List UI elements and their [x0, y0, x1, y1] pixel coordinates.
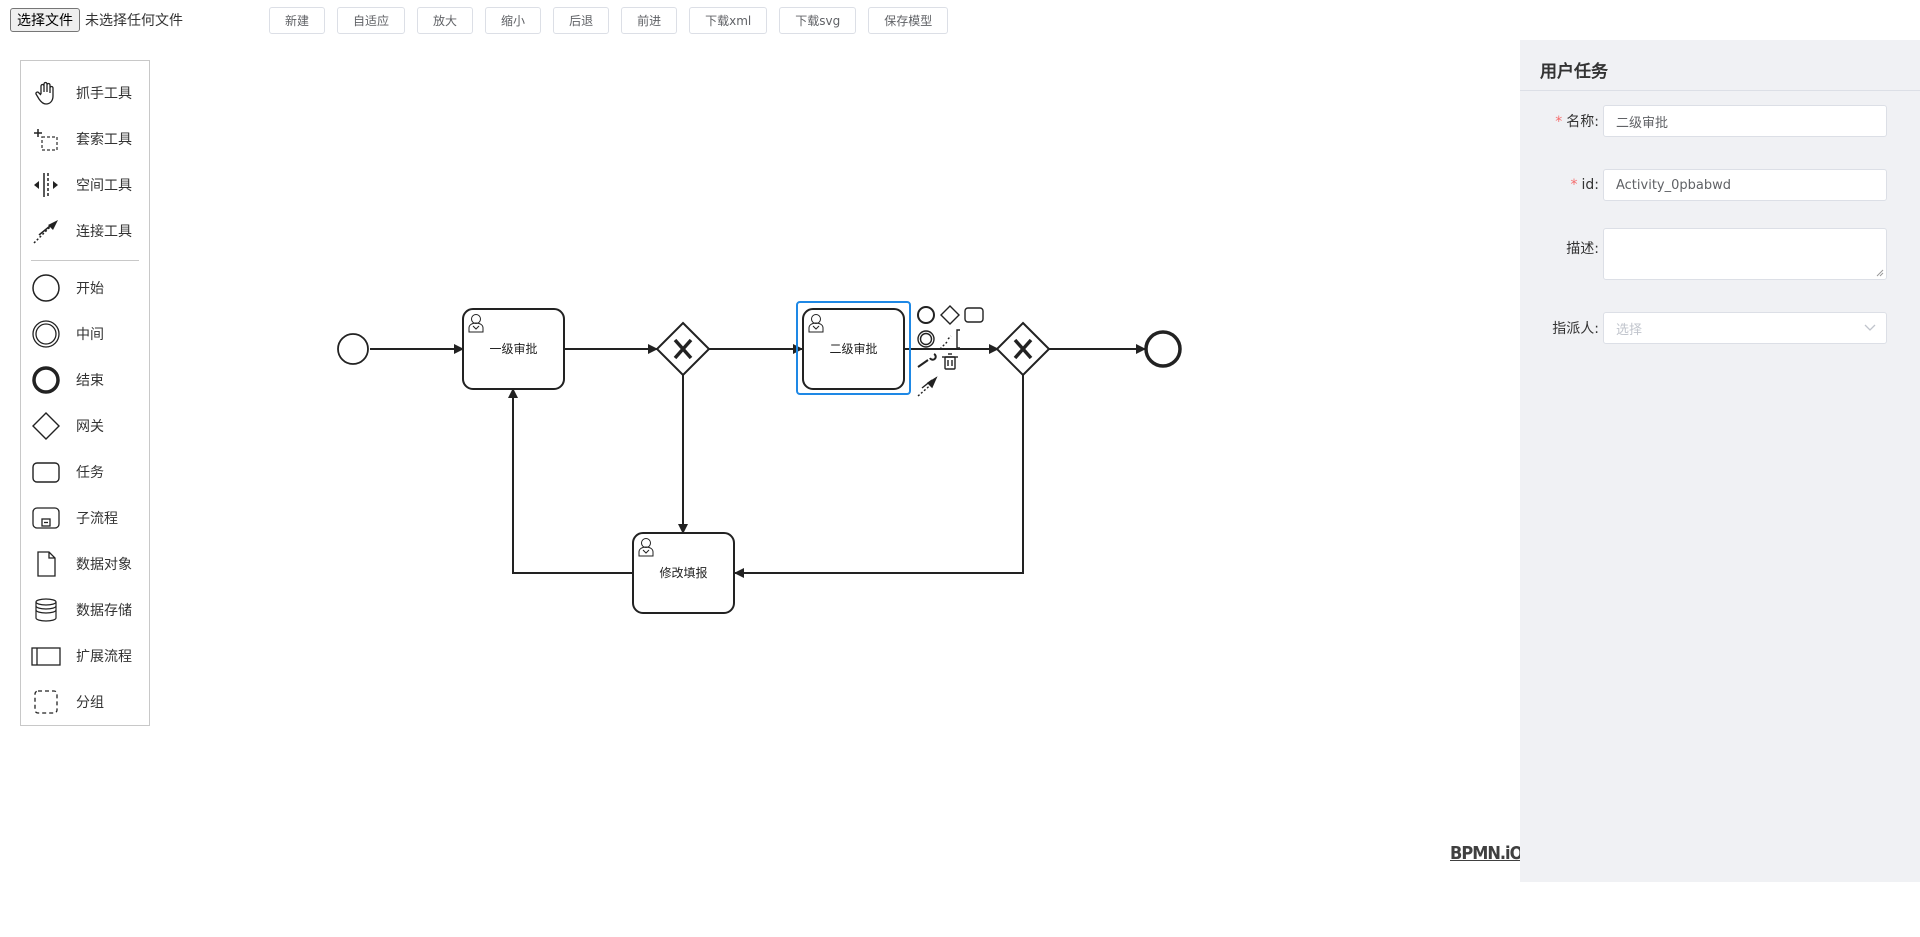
wrench-icon[interactable]: [917, 353, 937, 368]
append-gateway-icon[interactable]: [940, 305, 960, 325]
id-input[interactable]: Activity_0pbabwd: [1603, 169, 1887, 201]
task-first-approval-label: 一级审批: [489, 342, 538, 356]
connect-icon[interactable]: [917, 376, 938, 397]
id-label-text: id:: [1581, 177, 1600, 193]
append-task-icon[interactable]: [964, 307, 984, 323]
task-second-approval-label: 二级审批: [829, 342, 878, 356]
resize-handle-icon[interactable]: [1876, 269, 1884, 277]
start-event[interactable]: [337, 333, 369, 365]
assignee-row: 指派人: 选择: [1520, 312, 1920, 344]
append-end-event-icon[interactable]: [917, 306, 935, 324]
id-label: * id:: [1520, 177, 1603, 193]
required-mark: *: [1555, 114, 1563, 130]
text-annotation-bracket-icon: [956, 329, 960, 349]
context-pad: [917, 305, 984, 397]
flow-gateway2-to-modify[interactable]: [734, 375, 1024, 578]
bpmn-io-logo[interactable]: BPMN.iO: [1450, 843, 1523, 864]
id-row: * id: Activity_0pbabwd: [1520, 169, 1920, 201]
name-label: * 名称:: [1520, 111, 1603, 131]
description-label: 描述:: [1566, 241, 1599, 257]
description-row: 描述:: [1520, 228, 1920, 280]
chevron-down-icon: [1864, 324, 1876, 331]
name-row: * 名称: 二级审批: [1520, 105, 1920, 137]
required-mark: *: [1570, 177, 1578, 193]
name-label-text: 名称:: [1566, 114, 1599, 130]
diagram-svg: [337, 301, 1182, 614]
properties-panel: 用户任务 * 名称: 二级审批 * id: Activity_0pbabwd 描述:…: [1520, 40, 1920, 882]
trash-icon[interactable]: [942, 353, 958, 370]
diagram-canvas: 一级审批 二级审批 修改填报 BPMN.iO: [0, 0, 1523, 937]
flow-modify-to-first[interactable]: [508, 388, 633, 574]
panel-divider: [1520, 90, 1920, 91]
append-text-annotation-icon[interactable]: [939, 335, 952, 350]
assignee-select[interactable]: 选择: [1603, 312, 1887, 344]
append-intermediate-event-inner: [919, 332, 933, 346]
panel-title: 用户任务: [1540, 62, 1608, 82]
description-textarea[interactable]: [1603, 228, 1887, 280]
end-event[interactable]: [1144, 330, 1182, 368]
assignee-label: 指派人:: [1552, 321, 1599, 337]
assignee-placeholder: 选择: [1616, 322, 1643, 338]
task-modify-label: 修改填报: [659, 566, 708, 580]
name-input[interactable]: 二级审批: [1603, 105, 1887, 137]
